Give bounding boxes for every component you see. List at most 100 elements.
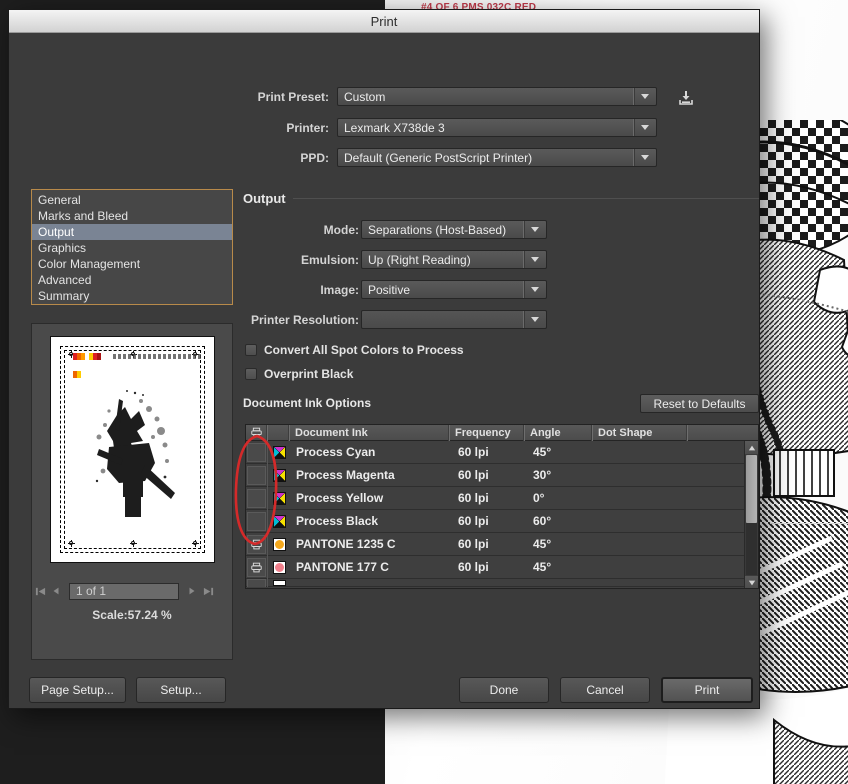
convert-spot-colors-checkbox-row[interactable]: Convert All Spot Colors to Process — [245, 343, 464, 357]
scroll-down-icon[interactable] — [745, 576, 758, 589]
ink-print-toggle[interactable] — [246, 487, 268, 510]
printer-resolution-label: Printer Resolution: — [237, 313, 359, 327]
next-page-icon[interactable] — [184, 583, 200, 599]
ink-angle-cell[interactable]: 30° — [525, 464, 593, 487]
ink-angle-cell[interactable]: 0° — [525, 487, 593, 510]
mode-value: Separations (Host-Based) — [368, 223, 523, 237]
registration-mark-bottom-left — [68, 540, 75, 547]
print-toggle-empty — [247, 466, 266, 485]
ink-print-toggle[interactable] — [246, 510, 268, 533]
table-row[interactable]: PANTONE 177 C 60 lpi 45° — [246, 556, 758, 579]
printer-resolution-select[interactable] — [361, 310, 547, 329]
ink-frequency-cell[interactable]: 60 lpi — [450, 441, 525, 464]
dialog-title: Print — [371, 14, 398, 29]
image-select[interactable]: Positive — [361, 280, 547, 299]
column-header-angle[interactable]: Angle — [525, 425, 593, 441]
sidebar-item-output[interactable]: Output — [32, 224, 232, 240]
ink-dot-shape-cell[interactable] — [593, 487, 688, 510]
convert-spot-colors-label: Convert All Spot Colors to Process — [264, 343, 464, 357]
ink-print-toggle[interactable] — [246, 441, 268, 464]
ink-swatch-cell — [268, 464, 290, 487]
ink-frequency-cell[interactable]: 60 lpi — [450, 533, 525, 556]
ink-frequency-cell[interactable]: 60 lpi — [450, 556, 525, 579]
print-button[interactable]: Print — [661, 677, 753, 703]
convert-spot-colors-checkbox[interactable] — [245, 344, 257, 356]
scrollbar-track[interactable] — [746, 523, 757, 575]
sidebar-item-summary[interactable]: Summary — [32, 288, 232, 304]
print-preset-select[interactable]: Custom — [337, 87, 657, 106]
chevron-down-icon — [633, 149, 656, 166]
done-button[interactable]: Done — [459, 677, 549, 703]
mode-label: Mode: — [249, 223, 359, 237]
emulsion-select[interactable]: Up (Right Reading) — [361, 250, 547, 269]
table-row[interactable]: Process Black 60 lpi 60° — [246, 510, 758, 533]
scrollbar-thumb[interactable] — [746, 455, 757, 523]
ink-swatch-cell — [268, 579, 290, 587]
ppd-select[interactable]: Default (Generic PostScript Printer) — [337, 148, 657, 167]
ink-dot-shape-cell[interactable] — [593, 441, 688, 464]
table-row[interactable]: PANTONE 1235 C 60 lpi 45° — [246, 533, 758, 556]
ink-dot-shape-cell[interactable] — [593, 533, 688, 556]
printer-value: Lexmark X738de 3 — [344, 121, 633, 135]
ink-swatch-cell — [268, 510, 290, 533]
cancel-button[interactable]: Cancel — [560, 677, 650, 703]
ink-table-header: Document Ink Frequency Angle Dot Shape — [246, 425, 758, 441]
page-setup-button[interactable]: Page Setup... — [29, 677, 126, 703]
table-row[interactable]: Process Magenta 60 lpi 30° — [246, 464, 758, 487]
ink-swatch-cell — [268, 441, 290, 464]
ink-frequency-cell[interactable]: 60 lpi — [450, 464, 525, 487]
ppd-label: PPD: — [189, 151, 329, 165]
spot-ink-swatch-icon — [273, 538, 286, 551]
reset-to-defaults-button[interactable]: Reset to Defaults — [640, 394, 759, 413]
previous-page-icon[interactable] — [48, 583, 64, 599]
table-row-partial[interactable] — [246, 579, 758, 587]
process-ink-swatch-icon — [273, 469, 286, 482]
table-row[interactable]: Process Cyan 60 lpi 45° — [246, 441, 758, 464]
table-row[interactable]: Process Yellow 60 lpi 0° — [246, 487, 758, 510]
ink-frequency-cell[interactable]: 60 lpi — [450, 510, 525, 533]
last-page-icon[interactable] — [200, 583, 216, 599]
overprint-black-checkbox[interactable] — [245, 368, 257, 380]
dialog-titlebar[interactable]: Print — [9, 10, 759, 33]
document-ink-table: Document Ink Frequency Angle Dot Shape P… — [245, 424, 759, 589]
first-page-icon[interactable] — [32, 583, 48, 599]
ink-frequency-cell[interactable]: 60 lpi — [450, 487, 525, 510]
sidebar-item-advanced[interactable]: Advanced — [32, 272, 232, 288]
ink-table-scrollbar[interactable] — [744, 441, 758, 589]
dialog-body: Print Preset: Custom Printer: Lexmark X7… — [9, 33, 759, 709]
overprint-black-checkbox-row[interactable]: Overprint Black — [245, 367, 353, 381]
sidebar-item-general[interactable]: General — [32, 192, 232, 208]
save-preset-icon[interactable] — [677, 89, 695, 107]
mode-select[interactable]: Separations (Host-Based) — [361, 220, 547, 239]
chevron-down-icon — [523, 221, 546, 238]
ink-angle-cell[interactable]: 45° — [525, 533, 593, 556]
column-header-document-ink[interactable]: Document Ink — [290, 425, 450, 441]
scroll-up-icon[interactable] — [745, 441, 758, 454]
print-preview-panel: 1 of 1 Scale:57.24 % — [31, 323, 233, 660]
sidebar-item-marks-and-bleed[interactable]: Marks and Bleed — [32, 208, 232, 224]
printer-select[interactable]: Lexmark X738de 3 — [337, 118, 657, 137]
column-header-frequency[interactable]: Frequency — [450, 425, 525, 441]
column-header-dot-shape[interactable]: Dot Shape — [593, 425, 688, 441]
ink-angle-cell[interactable]: 45° — [525, 441, 593, 464]
chevron-down-icon — [523, 311, 546, 328]
ink-print-toggle[interactable] — [246, 533, 268, 556]
print-category-list[interactable]: General Marks and Bleed Output Graphics … — [31, 189, 233, 305]
printer-icon — [247, 558, 266, 577]
print-toggle-empty — [247, 512, 266, 531]
ink-dot-shape-cell[interactable] — [593, 510, 688, 533]
ink-print-toggle[interactable] — [246, 556, 268, 579]
process-ink-swatch-icon — [273, 492, 286, 505]
sidebar-item-color-management[interactable]: Color Management — [32, 256, 232, 272]
sidebar-item-graphics[interactable]: Graphics — [32, 240, 232, 256]
ink-print-toggle[interactable] — [246, 464, 268, 487]
setup-button[interactable]: Setup... — [136, 677, 226, 703]
ink-dot-shape-cell[interactable] — [593, 464, 688, 487]
process-ink-swatch-icon — [273, 446, 286, 459]
ink-angle-cell[interactable]: 45° — [525, 556, 593, 579]
registration-mark-bottom-right — [192, 540, 199, 547]
page-number-input[interactable]: 1 of 1 — [69, 583, 179, 600]
ink-print-toggle[interactable] — [246, 579, 268, 587]
ink-dot-shape-cell[interactable] — [593, 556, 688, 579]
ink-angle-cell[interactable]: 60° — [525, 510, 593, 533]
